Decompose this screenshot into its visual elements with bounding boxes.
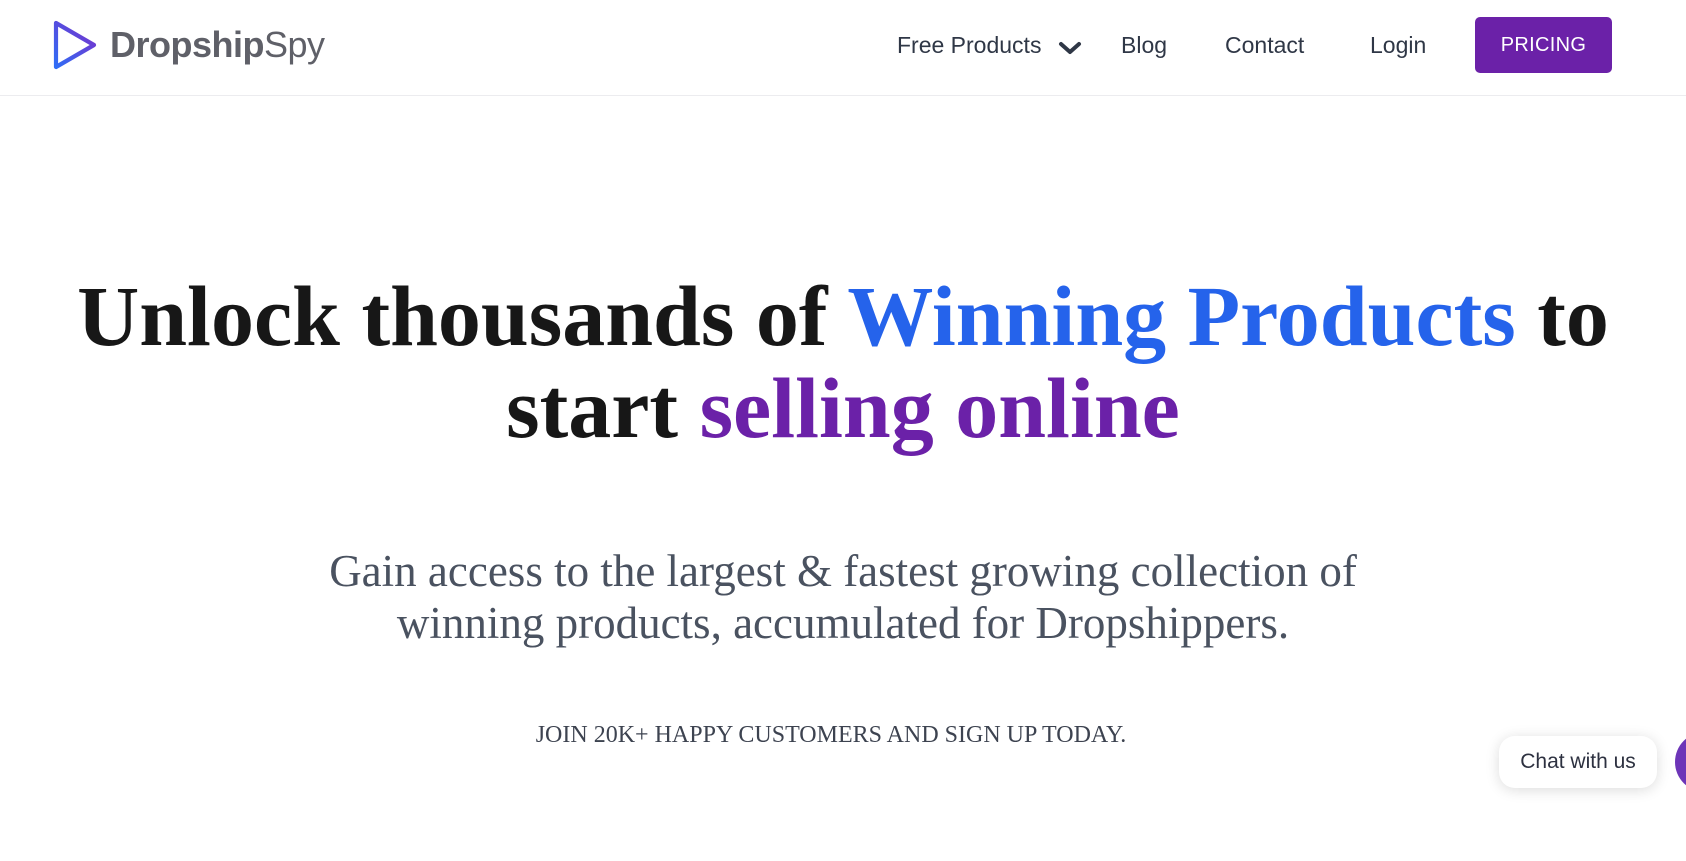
hero-title-highlight-selling-online: selling online — [699, 360, 1180, 456]
main-nav: Free Products Blog Contact Login PRICING — [0, 0, 1686, 96]
chat-with-us-bubble[interactable]: Chat with us — [1499, 736, 1657, 788]
site-header: DropshipSpy Free Products Blog Contact L… — [0, 0, 1686, 96]
nav-contact[interactable]: Contact — [1225, 30, 1304, 60]
nav-blog[interactable]: Blog — [1121, 30, 1167, 60]
nav-free-products[interactable]: Free Products — [897, 30, 1041, 60]
chat-launcher-icon[interactable] — [1675, 732, 1686, 792]
hero-title-part-1: Unlock thousands of — [77, 268, 848, 364]
nav-login[interactable]: Login — [1370, 30, 1426, 60]
pricing-button[interactable]: PRICING — [1475, 17, 1612, 73]
hero-title: Unlock thousands of Winning Products to … — [0, 270, 1686, 454]
signup-cta-text: JOIN 20K+ HAPPY CUSTOMERS AND SIGN UP TO… — [535, 722, 1127, 748]
hero-title-highlight-winning-products: Winning Products — [847, 268, 1516, 364]
hero-subtitle: Gain access to the largest & fastest gro… — [329, 546, 1357, 648]
chevron-down-icon[interactable] — [1056, 36, 1084, 60]
